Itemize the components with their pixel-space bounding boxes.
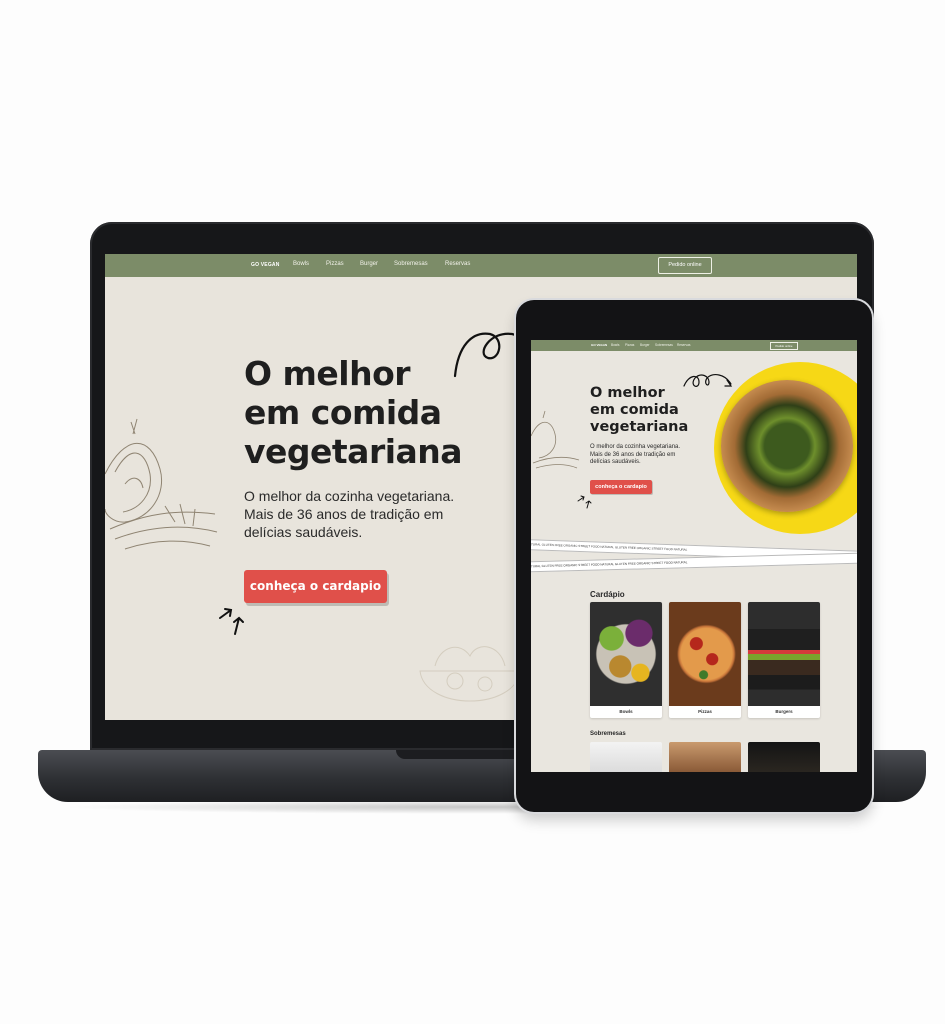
hero-subtitle: O melhor da cozinha vegetariana. Mais de… xyxy=(244,487,504,541)
tablet-hero-subtitle-line-1: O melhor da cozinha vegetariana. xyxy=(590,444,681,450)
tablet-hero-title-line-3: vegetariana xyxy=(590,419,689,435)
view-menu-button[interactable]: conheça o cardapio xyxy=(244,570,387,603)
dessert-card-3[interactable] xyxy=(748,742,820,772)
hero-title-line-3: vegetariana xyxy=(244,432,463,471)
tablet-hero-subtitle-line-3: delícias saudáveis. xyxy=(590,459,641,465)
nav-link-burger[interactable]: Burger xyxy=(360,261,378,267)
tablet-nav-link-burger[interactable]: Burger xyxy=(640,343,650,347)
hero-title: O melhor em comida vegetariana xyxy=(244,354,544,471)
hero-title-line-1: O melhor xyxy=(244,354,411,393)
bowl-sketch-illustration xyxy=(419,646,521,702)
desserts-section-title: Sobremesas xyxy=(590,731,626,737)
tablet-hero-subtitle: O melhor da cozinha vegetariana. Mais de… xyxy=(590,444,700,467)
tablet-arrows-scribble-icon xyxy=(577,495,592,509)
dessert-card-2[interactable] xyxy=(669,742,741,772)
tablet-nav-link-pizzas[interactable]: Pizzas xyxy=(625,343,634,347)
site-logo[interactable]: GO VEGAN xyxy=(251,262,280,268)
tablet-hero-subtitle-line-2: Mais de 36 anos de tradição em xyxy=(590,451,676,458)
hero-subtitle-line-3: delícias saudáveis. xyxy=(244,524,363,540)
tablet-hero-title-line-2: em comida xyxy=(590,402,679,418)
onion-sketch-illustration xyxy=(105,418,218,550)
nav-link-pizzas[interactable]: Pizzas xyxy=(326,261,344,267)
nav-link-bowls[interactable]: Bowls xyxy=(293,261,309,267)
hero-title-line-2: em comida xyxy=(244,393,442,432)
nav-link-sobremesas[interactable]: Sobremesas xyxy=(394,261,428,267)
tablet-nav-link-sobremesas[interactable]: Sobremesas xyxy=(655,343,673,347)
nav-link-reservas[interactable]: Reservas xyxy=(445,261,470,267)
menu-card-pizzas[interactable]: Pizzas xyxy=(669,602,741,718)
tablet-order-online-button[interactable]: Pedido online xyxy=(770,342,798,350)
laptop-navbar: GO VEGAN Bowls Pizzas Burger Sobremesas … xyxy=(105,254,857,277)
hero-subtitle-line-2: Mais de 36 anos de tradição em xyxy=(244,506,444,522)
menu-card-label: Pizzas xyxy=(698,709,712,714)
tablet-view-menu-button[interactable]: conheça o cardapio xyxy=(590,480,652,494)
burgers-image xyxy=(748,602,820,706)
hero-subtitle-line-1: O melhor da cozinha vegetariana. xyxy=(244,488,455,504)
tablet-hero-title: O melhor em comida vegetariana xyxy=(590,385,720,436)
tablet-nav-link-reservas[interactable]: Reservas xyxy=(677,343,690,347)
tablet-onion-sketch xyxy=(531,410,580,469)
tablet-nav-link-bowls[interactable]: Bowls xyxy=(611,343,620,347)
bowls-image xyxy=(590,602,662,706)
dessert-card-1[interactable] xyxy=(590,742,662,772)
menu-section-title: Cardápio xyxy=(590,590,625,599)
tablet-site-logo[interactable]: GO VEGAN xyxy=(591,343,607,347)
tablet-hero-title-line-1: O melhor xyxy=(590,385,665,401)
arrows-scribble-icon xyxy=(219,608,244,635)
tablet-screen: GO VEGAN Bowls Pizzas Burger Sobremesas … xyxy=(531,340,857,772)
menu-card-label: Bowls xyxy=(619,709,633,714)
menu-card-label: Burgers xyxy=(775,709,793,714)
order-online-button[interactable]: Pedido online xyxy=(658,257,712,274)
menu-card-bowls[interactable]: Bowls xyxy=(590,602,662,718)
menu-card-burgers[interactable]: Burgers xyxy=(748,602,820,718)
tablet-navbar: GO VEGAN Bowls Pizzas Burger Sobremesas … xyxy=(531,340,857,351)
pizzas-image xyxy=(669,602,741,706)
